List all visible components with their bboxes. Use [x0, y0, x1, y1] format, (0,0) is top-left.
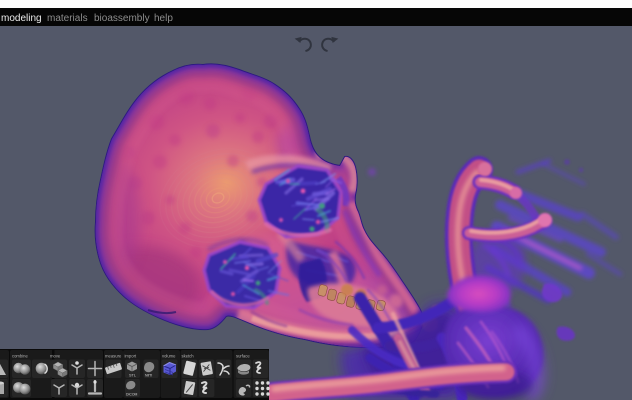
svg-text:modeling: modeling [1, 13, 42, 24]
svg-text:bioassembly: bioassembly [94, 13, 150, 24]
svg-text:help: help [154, 13, 173, 24]
svg-text:NIfTI: NIfTI [145, 374, 152, 378]
svg-text:volume: volume [162, 354, 176, 359]
svg-text:import: import [125, 354, 137, 359]
svg-text:DICOM: DICOM [126, 393, 137, 397]
svg-text:STL: STL [129, 374, 136, 378]
svg-text:sketch: sketch [182, 354, 195, 359]
svg-text:materials: materials [47, 13, 88, 24]
svg-text:surface: surface [236, 354, 250, 359]
svg-text:combine: combine [12, 354, 28, 359]
svg-text:move: move [50, 354, 61, 359]
svg-text:measure: measure [105, 354, 122, 359]
